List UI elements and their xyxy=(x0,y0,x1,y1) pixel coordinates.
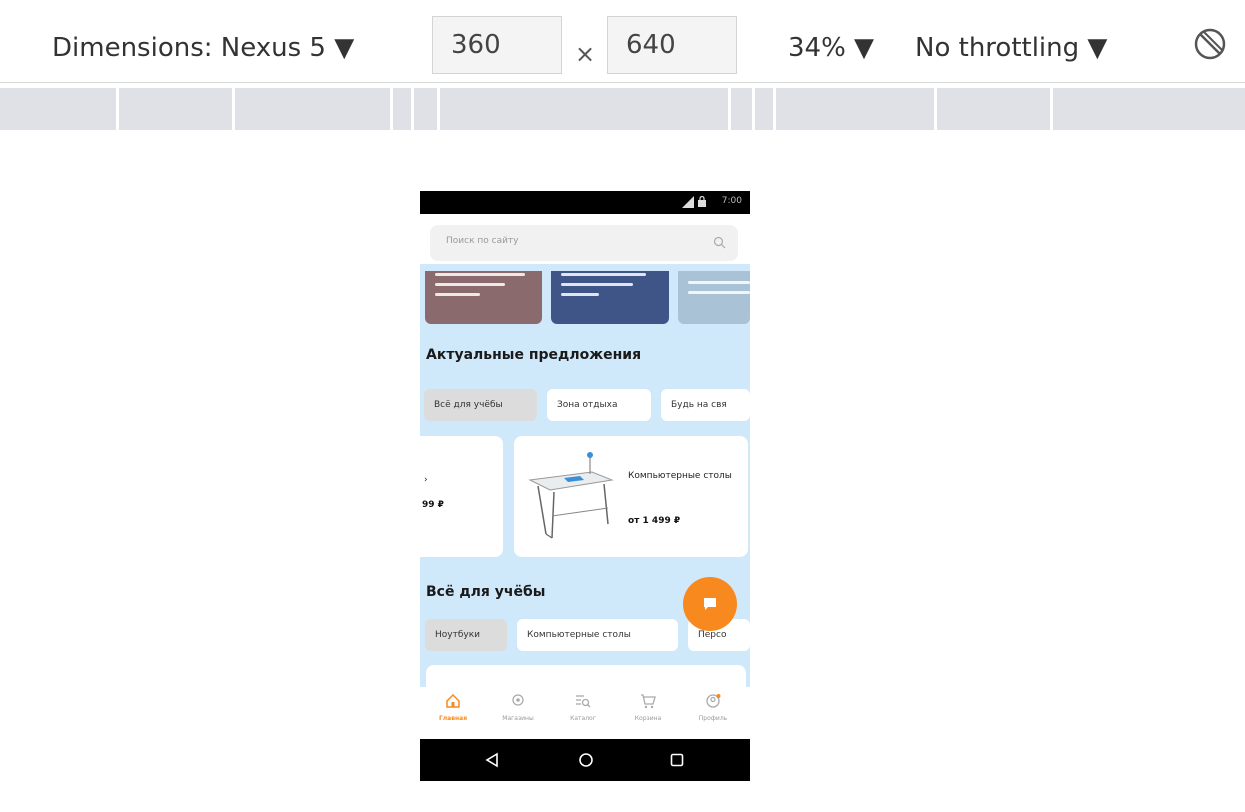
cart-icon xyxy=(641,694,656,709)
search-icon xyxy=(713,236,726,249)
chip-computer-desks[interactable]: Компьютерные столы xyxy=(517,619,678,651)
zoom-dropdown[interactable]: 34% ▼ xyxy=(788,28,874,68)
product-card-computer-desks[interactable]: Компьютерные столы от 1 499 ₽ xyxy=(514,436,748,557)
search-placeholder: Поиск по сайту xyxy=(446,236,519,246)
location-pin-icon xyxy=(512,694,524,706)
ruler-tick xyxy=(934,88,937,130)
devtools-device-toolbar: Dimensions: Nexus 5 ▼ 360 × 640 34% ▼ No… xyxy=(0,0,1245,82)
nav-home[interactable]: Главная xyxy=(423,693,483,722)
signal-icon xyxy=(682,196,694,208)
times-separator: × xyxy=(575,40,596,68)
chip-connected[interactable]: Будь на свя xyxy=(661,389,750,421)
bottom-navigation: Главная Магазины Каталог Корзина Профиль xyxy=(420,687,750,739)
device-dimensions-dropdown[interactable]: Dimensions: Nexus 5 ▼ xyxy=(52,28,354,68)
product-title: Компьютерные столы xyxy=(628,471,732,481)
catalog-search-icon xyxy=(576,695,591,708)
recent-apps-icon[interactable] xyxy=(668,751,686,769)
ruler-tick xyxy=(773,88,776,130)
ruler-tick xyxy=(728,88,731,130)
ruler-tick xyxy=(116,88,119,130)
product-price: от 1 499 ₽ xyxy=(628,516,681,526)
android-status-bar: 7:00 xyxy=(420,191,750,214)
nav-cart[interactable]: Корзина xyxy=(618,693,678,722)
desk-image xyxy=(528,452,614,539)
android-navigation-bar xyxy=(420,739,750,781)
ruler-tick xyxy=(437,88,440,130)
chat-button[interactable] xyxy=(683,577,737,631)
chip-study[interactable]: Всё для учёбы xyxy=(424,389,537,421)
ruler-tick xyxy=(232,88,235,130)
product-card[interactable]: › 99 ₽ xyxy=(420,436,503,557)
throttling-dropdown[interactable]: No throttling ▼ xyxy=(915,28,1107,68)
toolbar-divider xyxy=(0,82,1245,83)
promo-banner[interactable] xyxy=(551,271,669,324)
height-input[interactable]: 640 xyxy=(607,16,737,74)
rotate-icon[interactable] xyxy=(1192,26,1228,62)
nav-profile[interactable]: Профиль xyxy=(683,693,743,722)
media-query-bar[interactable] xyxy=(0,88,1245,130)
section-title-offers: Актуальные предложения xyxy=(426,347,642,363)
ruler-tick xyxy=(411,88,414,130)
chip-rest-zone[interactable]: Зона отдыха xyxy=(547,389,651,421)
back-icon[interactable] xyxy=(483,751,501,769)
promo-banner[interactable] xyxy=(425,271,542,324)
search-input[interactable]: Поиск по сайту xyxy=(430,225,738,261)
home-icon xyxy=(446,693,460,708)
home-circle-icon[interactable] xyxy=(577,751,595,769)
chip-laptops[interactable]: Ноутбуки xyxy=(425,619,507,651)
chat-icon xyxy=(704,598,716,610)
section-title-study: Всё для учёбы xyxy=(426,584,546,600)
promo-banner[interactable] xyxy=(678,271,750,324)
nav-catalog[interactable]: Каталог xyxy=(553,693,613,722)
nav-stores[interactable]: Магазины xyxy=(488,693,548,722)
lock-icon xyxy=(698,196,706,207)
ruler-tick xyxy=(752,88,755,130)
profile-icon xyxy=(706,694,721,708)
header: Поиск по сайту xyxy=(420,214,750,264)
ruler-tick xyxy=(390,88,393,130)
width-input[interactable]: 360 xyxy=(432,16,562,74)
device-viewport: 7:00 Поиск по сайту Актуальные предложен… xyxy=(420,191,750,781)
status-time: 7:00 xyxy=(721,196,742,206)
product-price: 99 ₽ xyxy=(422,500,444,510)
ruler-tick xyxy=(1050,88,1053,130)
